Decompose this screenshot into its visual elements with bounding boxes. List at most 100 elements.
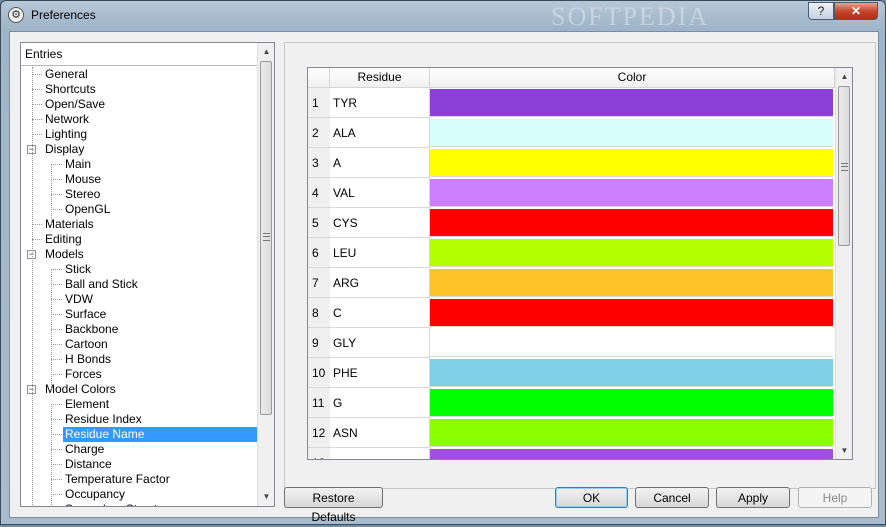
- tree-item[interactable]: Distance: [21, 457, 257, 472]
- tree-item[interactable]: Shortcuts: [21, 82, 257, 97]
- residue-cell[interactable]: G: [330, 388, 430, 418]
- table-row[interactable]: 2 ALA: [308, 118, 835, 148]
- tree-item[interactable]: Main: [21, 157, 257, 172]
- tree-item[interactable]: Occupancy: [21, 487, 257, 502]
- tree-item[interactable]: Network: [21, 112, 257, 127]
- tree-item[interactable]: − Model Colors: [21, 382, 257, 397]
- tree-item[interactable]: Mouse: [21, 172, 257, 187]
- tree-header-label: Entries: [25, 47, 63, 61]
- residue-cell[interactable]: GLY: [330, 328, 430, 358]
- tree-item[interactable]: − Display: [21, 142, 257, 157]
- tree-item[interactable]: Temperature Factor: [21, 472, 257, 487]
- residue-cell[interactable]: LEU: [330, 238, 430, 268]
- table-row[interactable]: 4 VAL: [308, 178, 835, 208]
- color-swatch-cell[interactable]: [430, 269, 833, 297]
- tree-scroll-thumb[interactable]: [260, 61, 272, 415]
- table-row[interactable]: 8C: [308, 298, 835, 328]
- residue-cell[interactable]: PHE: [330, 358, 430, 388]
- tree-item[interactable]: VDW: [21, 292, 257, 307]
- color-swatch-cell[interactable]: [430, 89, 833, 117]
- tree-item[interactable]: Residue Name: [21, 427, 259, 442]
- residue-cell[interactable]: CYS: [330, 208, 430, 238]
- scroll-down-arrow-icon[interactable]: ▼: [258, 488, 274, 505]
- help-button[interactable]: Help: [798, 487, 872, 508]
- tree-item[interactable]: Forces: [21, 367, 257, 382]
- tree-scrollbar[interactable]: ▲ ▼: [257, 43, 274, 506]
- table-row[interactable]: 12 ASN: [308, 418, 835, 448]
- table-row[interactable]: 7 ARG: [308, 268, 835, 298]
- tree-connector: [32, 89, 42, 90]
- apply-button[interactable]: Apply: [716, 487, 790, 508]
- color-swatch-cell[interactable]: [430, 239, 833, 267]
- table-scroll-thumb[interactable]: [838, 86, 850, 246]
- color-swatch-cell[interactable]: [430, 209, 833, 237]
- column-header-color[interactable]: Color: [430, 68, 835, 87]
- ok-button[interactable]: OK: [555, 487, 628, 508]
- residue-cell[interactable]: A: [330, 148, 430, 178]
- color-swatch-cell[interactable]: [430, 149, 833, 177]
- title-bar[interactable]: ⚙ Preferences SOFTPEDIA ? ✕: [1, 1, 885, 31]
- tree-item[interactable]: Backbone: [21, 322, 257, 337]
- tree-connector: [32, 134, 42, 135]
- tree-item[interactable]: Secondary Structure: [21, 502, 257, 506]
- tree-item[interactable]: − Models: [21, 247, 257, 262]
- row-number: 7: [308, 268, 330, 298]
- residue-cell[interactable]: C: [330, 298, 430, 328]
- table-row[interactable]: 6 LEU: [308, 238, 835, 268]
- scroll-up-arrow-icon[interactable]: ▲: [258, 43, 274, 60]
- tree-item[interactable]: H Bonds: [21, 352, 257, 367]
- tree-connector: [51, 299, 62, 300]
- table-row[interactable]: 1 TYR: [308, 88, 835, 118]
- tree-item-label: Cartoon: [65, 337, 108, 351]
- tree-item[interactable]: Stick: [21, 262, 257, 277]
- table-row[interactable]: 9 GLY: [308, 328, 835, 358]
- table-row[interactable]: 11 G: [308, 388, 835, 418]
- close-button[interactable]: ✕: [834, 2, 878, 20]
- residue-cell[interactable]: VAL: [330, 178, 430, 208]
- tree-connector: [51, 344, 62, 345]
- tree-item[interactable]: Stereo: [21, 187, 257, 202]
- tree-item[interactable]: General: [21, 67, 257, 82]
- tree-item[interactable]: Element: [21, 397, 257, 412]
- residue-color-table[interactable]: Residue Color 1 TYR 2 ALA 3 A 4 VAL 5 CYS 6 LEU 7 ARG…: [307, 67, 853, 460]
- restore-defaults-button[interactable]: Restore Defaults: [284, 487, 383, 524]
- tree-item[interactable]: Charge: [21, 442, 257, 457]
- color-swatch-cell[interactable]: [430, 299, 833, 327]
- table-row[interactable]: 10 PHE: [308, 358, 835, 388]
- row-number: 3: [308, 148, 330, 178]
- scroll-up-arrow-icon[interactable]: ▲: [836, 68, 852, 85]
- residue-cell[interactable]: ASN: [330, 418, 430, 448]
- tree-header[interactable]: Entries: [21, 43, 257, 66]
- table-scrollbar[interactable]: ▲ ▼: [835, 68, 852, 459]
- tree-item[interactable]: Materials: [21, 217, 257, 232]
- color-swatch-cell[interactable]: [430, 179, 833, 207]
- app-icon: ⚙: [8, 7, 24, 23]
- tree-item[interactable]: Editing: [21, 232, 257, 247]
- table-row[interactable]: 5 CYS: [308, 208, 835, 238]
- tree-item[interactable]: Open/Save: [21, 97, 257, 112]
- tree-item[interactable]: Surface: [21, 307, 257, 322]
- table-row[interactable]: 3A: [308, 148, 835, 178]
- table-row[interactable]: 13: [308, 448, 835, 459]
- residue-cell[interactable]: TYR: [330, 88, 430, 118]
- residue-cell[interactable]: ARG: [330, 268, 430, 298]
- color-swatch-cell[interactable]: [430, 419, 833, 447]
- color-swatch-cell[interactable]: [430, 359, 833, 387]
- cancel-button[interactable]: Cancel: [635, 487, 709, 508]
- tree-item[interactable]: Lighting: [21, 127, 257, 142]
- color-swatch-cell[interactable]: [430, 119, 833, 147]
- title-help-button[interactable]: ?: [808, 2, 834, 20]
- tree-item[interactable]: Cartoon: [21, 337, 257, 352]
- scroll-down-arrow-icon[interactable]: ▼: [836, 442, 852, 459]
- residue-cell[interactable]: ALA: [330, 118, 430, 148]
- color-swatch-cell[interactable]: [430, 329, 833, 357]
- tree-item[interactable]: OpenGL: [21, 202, 257, 217]
- tree-connector: [32, 224, 42, 225]
- tree-item[interactable]: Residue Index: [21, 412, 257, 427]
- entries-tree[interactable]: Entries General Shortcuts Open/Save Network…: [20, 42, 275, 507]
- tree-item[interactable]: Ball and Stick: [21, 277, 257, 292]
- residue-cell[interactable]: [330, 448, 430, 459]
- color-swatch-cell[interactable]: [430, 449, 833, 459]
- color-swatch-cell[interactable]: [430, 389, 833, 417]
- column-header-residue[interactable]: Residue: [330, 68, 430, 87]
